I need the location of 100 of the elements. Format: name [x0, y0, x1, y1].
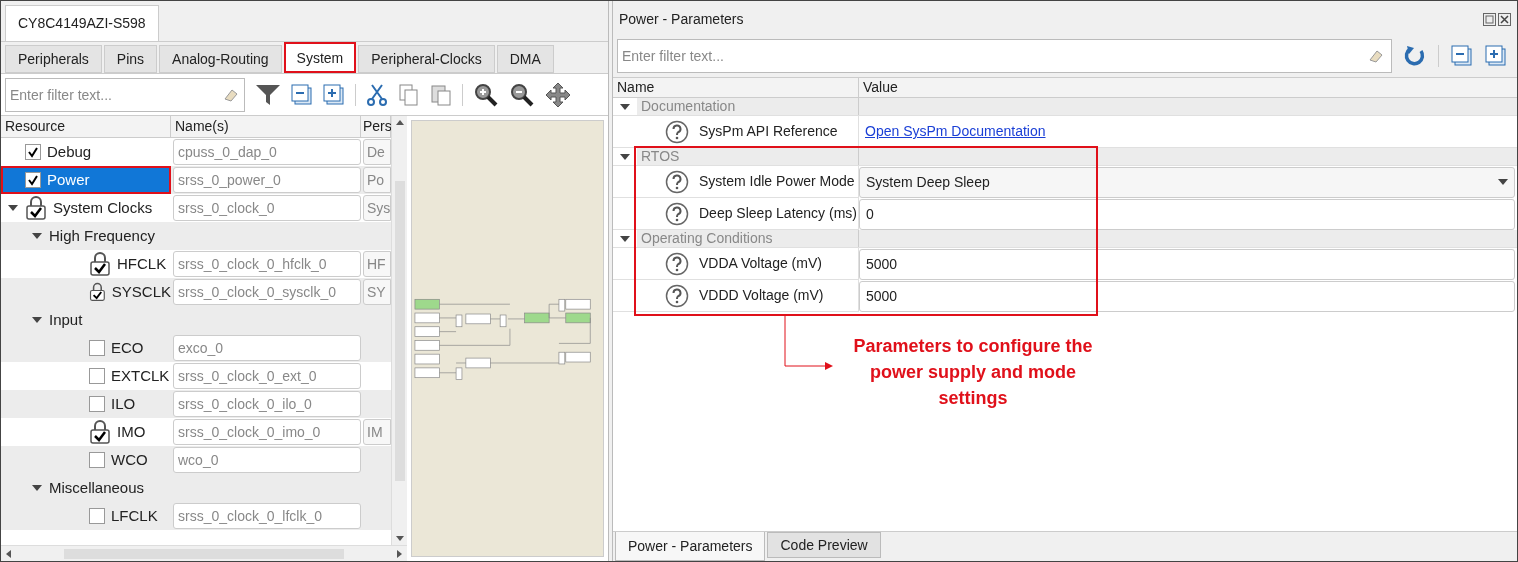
table-cell: HF — [363, 251, 391, 277]
horizontal-scrollbar[interactable] — [1, 545, 407, 561]
tab[interactable]: Pins — [103, 45, 158, 73]
fit-icon[interactable] — [545, 81, 571, 108]
checkbox[interactable] — [89, 452, 105, 468]
filter-icon[interactable] — [255, 82, 281, 107]
tree-item[interactable]: SYSCLK — [1, 278, 171, 306]
tab[interactable]: Peripheral-Clocks — [358, 45, 495, 73]
group-label: RTOS — [637, 148, 859, 165]
tree-item[interactable]: LFCLK — [1, 502, 171, 530]
caret-icon[interactable] — [620, 102, 630, 111]
tab[interactable]: Power - Parameters — [615, 532, 766, 561]
tree-item[interactable]: WCO — [1, 446, 171, 474]
tab[interactable]: DMA — [496, 45, 554, 73]
tab[interactable]: Code Preview — [767, 532, 881, 558]
table-cell: IM — [363, 419, 391, 445]
group-label: Input — [49, 309, 83, 330]
help-icon[interactable] — [665, 283, 689, 308]
name-field[interactable]: srss_0_power_0 — [173, 167, 361, 193]
checkbox[interactable] — [25, 144, 41, 160]
tree-item[interactable]: ECO — [1, 334, 171, 362]
tab[interactable]: Analog-Routing — [159, 45, 282, 73]
tree-item[interactable]: System Clocks — [1, 194, 171, 222]
caret-icon[interactable] — [32, 484, 42, 492]
callout-arrow — [781, 316, 833, 372]
scroll-down-icon[interactable] — [394, 535, 405, 543]
name-field[interactable]: srss_0_clock_0 — [173, 195, 361, 221]
table-cell: De — [363, 139, 391, 165]
expand-icon[interactable] — [323, 83, 345, 106]
help-icon[interactable] — [665, 201, 689, 226]
collapse-icon[interactable] — [1451, 45, 1473, 67]
collapse-icon[interactable] — [291, 83, 313, 106]
name-field[interactable]: srss_0_clock_0_hfclk_0 — [173, 251, 361, 277]
tree-item[interactable]: HFCLK — [1, 250, 171, 278]
group-label: Documentation — [637, 98, 859, 115]
tree-item[interactable]: EXTCLK — [1, 362, 171, 390]
caret-icon[interactable] — [32, 232, 42, 240]
input-field[interactable]: 5000 — [859, 280, 1515, 312]
table-cell: SY — [363, 279, 391, 305]
name-field[interactable]: srss_0_clock_0_ext_0 — [173, 363, 361, 389]
checkbox[interactable] — [25, 172, 41, 188]
tree-item[interactable]: Power — [1, 166, 171, 194]
dropdown[interactable]: System Deep Sleep — [859, 166, 1515, 198]
zoom-in-icon[interactable] — [473, 81, 499, 108]
scroll-up-icon[interactable] — [394, 118, 405, 126]
tab[interactable]: System — [283, 42, 357, 73]
scroll-right-icon[interactable] — [396, 548, 404, 559]
checkbox[interactable] — [89, 508, 105, 524]
parameter-name: SysPm API Reference — [699, 122, 838, 141]
parameter-name: System Idle Power Mode — [699, 172, 855, 191]
name-field[interactable]: cpuss_0_dap_0 — [173, 139, 361, 165]
panel-title: Power - Parameters — [619, 9, 744, 29]
annotation-text: Parameters to configure the power supply and mode settings — [852, 335, 1094, 410]
expand-icon[interactable] — [1485, 45, 1507, 67]
column-header[interactable]: Name(s) — [171, 116, 361, 137]
filter-field[interactable]: Enter filter text... — [617, 39, 1392, 73]
scrollbar[interactable] — [391, 116, 407, 545]
locked-checkbox-icon — [89, 280, 106, 304]
caret-icon[interactable] — [8, 204, 18, 212]
table-cell: Po — [363, 167, 391, 193]
caret-icon — [1498, 179, 1508, 185]
refresh-icon[interactable] — [1404, 45, 1426, 67]
help-icon[interactable] — [665, 251, 689, 276]
input-field[interactable]: 0 — [859, 198, 1515, 230]
input-field[interactable]: 5000 — [859, 248, 1515, 280]
cut-icon[interactable] — [366, 82, 388, 107]
device-tab[interactable]: CY8C4149AZI-S598 — [5, 5, 159, 41]
table-cell: Sys — [363, 195, 391, 221]
group-label: Miscellaneous — [49, 477, 145, 498]
help-icon[interactable] — [665, 169, 689, 194]
checkbox[interactable] — [89, 368, 105, 384]
column-header[interactable]: Value — [859, 78, 1517, 97]
checkbox[interactable] — [89, 340, 105, 356]
filter-field[interactable]: Enter filter text... — [5, 77, 245, 112]
name-field[interactable]: srss_0_clock_0_sysclk_0 — [173, 279, 361, 305]
parameter-name: VDDA Voltage (mV) — [699, 254, 822, 273]
zoom-out-icon[interactable] — [509, 81, 535, 108]
name-field[interactable]: srss_0_clock_0_ilo_0 — [173, 391, 361, 417]
checkbox[interactable] — [89, 396, 105, 412]
help-icon[interactable] — [665, 119, 689, 144]
restore-icon[interactable] — [1483, 12, 1496, 26]
tree-item[interactable]: ILO — [1, 390, 171, 418]
tab[interactable]: Peripherals — [5, 45, 102, 73]
group-label: Operating Conditions — [637, 230, 859, 247]
column-header[interactable]: Resource — [1, 116, 171, 137]
name-field[interactable]: exco_0 — [173, 335, 361, 361]
documentation-link[interactable]: Open SysPm Documentation — [865, 121, 1046, 142]
caret-icon[interactable] — [620, 234, 630, 243]
scroll-left-icon[interactable] — [4, 548, 12, 559]
tree-item[interactable]: Debug — [1, 138, 171, 166]
name-field[interactable]: srss_0_clock_0_imo_0 — [173, 419, 361, 445]
tree-item[interactable]: IMO — [1, 418, 171, 446]
name-field[interactable]: srss_0_clock_0_lfclk_0 — [173, 503, 361, 529]
caret-icon[interactable] — [620, 152, 630, 161]
parameter-name: Deep Sleep Latency (ms) — [699, 204, 857, 223]
caret-icon[interactable] — [32, 316, 42, 324]
close-icon[interactable] — [1498, 12, 1511, 26]
column-header[interactable]: Name — [613, 78, 859, 97]
eraser-icon[interactable] — [1368, 48, 1384, 64]
name-field[interactable]: wco_0 — [173, 447, 361, 473]
